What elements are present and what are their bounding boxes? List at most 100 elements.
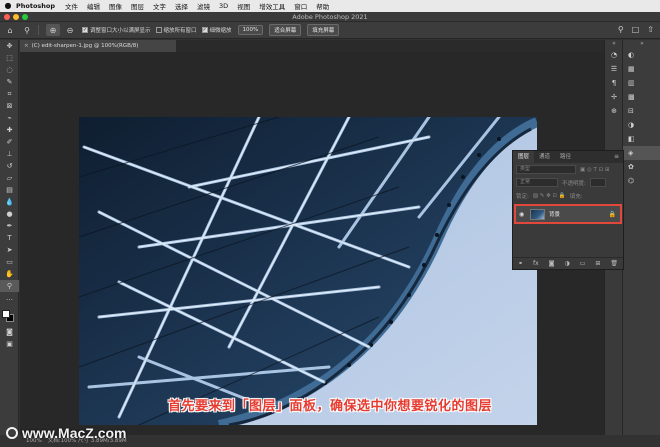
tab-layers[interactable]: 图层 (513, 151, 535, 163)
menu-select[interactable]: 选择 (175, 1, 188, 11)
more-tools-icon[interactable]: … (0, 292, 19, 304)
home-icon[interactable]: ⌂ (3, 24, 17, 36)
gradients-panel-icon[interactable]: ▥ (623, 76, 660, 90)
menu-3d[interactable]: 3D (219, 2, 228, 10)
libraries-panel-icon[interactable]: ◧ (623, 132, 660, 146)
clone-stamp-icon[interactable]: ⊥ (0, 148, 19, 160)
color-swatches[interactable] (0, 308, 19, 326)
layer-kind-label: 类型 (520, 166, 531, 172)
adjust-icon[interactable]: ✢ (605, 90, 623, 104)
lock-icons[interactable]: ▨ ✎ ✥ ⊡ 🔒 (533, 193, 566, 199)
menu-window[interactable]: 窗口 (294, 1, 307, 11)
add-mask-icon[interactable]: ◙ (549, 260, 555, 267)
brush-tool-icon[interactable]: ✐ (0, 136, 19, 148)
checkbox-box (155, 27, 162, 33)
share-icon[interactable]: ⇧ (647, 25, 654, 34)
color-panel-icon[interactable]: ◐ (623, 48, 660, 62)
layers-panel-icon[interactable]: ◈ (623, 146, 660, 160)
lock-label: 锁定: (516, 193, 529, 200)
move-tool-icon[interactable]: ✥ (0, 40, 19, 52)
opacity-label: 不透明度: (562, 180, 586, 187)
apple-icon[interactable]: ● (0, 0, 16, 12)
menu-image[interactable]: 图像 (109, 1, 122, 11)
delete-layer-icon[interactable]: 🗑 (610, 260, 618, 267)
blend-mode-select[interactable]: 正常 (516, 178, 558, 187)
quick-select-tool-icon[interactable]: ✎ (0, 76, 19, 88)
link-layers-icon[interactable]: ⚭ (518, 260, 523, 267)
lasso-tool-icon[interactable]: ◌ (0, 64, 19, 76)
blur-tool-icon[interactable]: 💧 (0, 196, 19, 208)
layer-search-input[interactable]: 类型 (516, 165, 576, 174)
paths-panel-icon[interactable]: ⌬ (623, 174, 660, 188)
patterns-panel-icon[interactable]: ▩ (623, 90, 660, 104)
eyedropper-tool-icon[interactable]: ⌁ (0, 112, 19, 124)
properties-panel-icon[interactable]: ⊟ (623, 104, 660, 118)
zoom-tool-sidebar-icon[interactable]: ⚲ (0, 280, 19, 292)
scrubby-zoom-checkbox[interactable]: ✓ 细微缩放 (201, 26, 232, 34)
blend-row: 正常 不透明度: (513, 176, 623, 189)
menu-type[interactable]: 文字 (153, 1, 166, 11)
menu-view[interactable]: 视图 (237, 1, 250, 11)
menu-edit[interactable]: 编辑 (87, 1, 100, 11)
new-layer-icon[interactable]: ⊞ (595, 260, 600, 267)
zoom-100-button[interactable]: 100% (237, 25, 264, 35)
crop-tool-icon[interactable]: ⌗ (0, 88, 19, 100)
filter-icons[interactable]: ▣ ◎ T ⊡ ⊞ (580, 167, 610, 173)
pen-tool-icon[interactable]: ✒ (0, 220, 19, 232)
adjustments-panel-icon[interactable]: ◑ (623, 118, 660, 132)
options-right-icons: ⚲ □ ⇧ (618, 25, 654, 34)
workspace-icon[interactable]: □ (632, 25, 640, 34)
tab-channels[interactable]: 通道 (534, 151, 555, 163)
hand-tool-icon[interactable]: ✋ (0, 268, 19, 280)
paragraph-icon[interactable]: ¶ (605, 76, 623, 90)
fit-screen-button[interactable]: 适合屏幕 (269, 24, 302, 36)
document-tab[interactable]: × (C) edit-sharpen-1.jpg @ 100%(RGB/8) (20, 40, 176, 52)
shape-tool-icon[interactable]: ▭ (0, 256, 19, 268)
tutorial-subtitle: 首先要来到「图层」面板，确保选中你想要锐化的图层 (167, 399, 492, 414)
zoom-all-windows-checkbox[interactable]: 缩放所有窗口 (155, 26, 197, 34)
fill-screen-button[interactable]: 填充屏幕 (307, 24, 340, 36)
new-group-icon[interactable]: ▭ (580, 260, 586, 267)
layer-style-icon[interactable]: fx (533, 260, 539, 267)
zoom-in-icon[interactable]: ⊕ (46, 24, 60, 36)
watermark-logo-icon (6, 427, 18, 439)
screen-mode-icon[interactable]: ▣ (0, 338, 19, 350)
layer-highlight-box (514, 204, 622, 224)
frame-tool-icon[interactable]: ⊠ (0, 100, 19, 112)
healing-brush-icon[interactable]: ✚ (0, 124, 19, 136)
menu-layer[interactable]: 图层 (131, 1, 144, 11)
panel-menu-icon[interactable]: ≡ (614, 151, 619, 163)
dodge-tool-icon[interactable]: ● (0, 208, 19, 220)
collapse-icon[interactable]: « (605, 40, 623, 48)
menu-app-name[interactable]: Photoshop (16, 2, 55, 10)
menu-help[interactable]: 帮助 (316, 1, 329, 11)
gradient-tool-icon[interactable]: ▤ (0, 184, 19, 196)
type-tool-icon[interactable]: T (0, 232, 19, 244)
search-icon[interactable]: ⚲ (618, 25, 624, 34)
channels-panel-icon[interactable]: ✿ (623, 160, 660, 174)
history-icon[interactable]: ◔ (605, 48, 623, 62)
checkbox-label: 调整窗口大小以满屏显示 (90, 28, 151, 34)
menu-plugins[interactable]: 增效工具 (259, 1, 285, 11)
quick-mask-icon[interactable]: ◙ (0, 326, 19, 338)
close-tab-icon[interactable]: × (24, 43, 29, 49)
path-select-icon[interactable]: ➤ (0, 244, 19, 256)
resize-windows-checkbox[interactable]: ✓ 调整窗口大小以满屏显示 (82, 26, 151, 34)
zoom-out-icon[interactable]: ⊖ (63, 24, 77, 36)
foreground-color-swatch[interactable] (2, 310, 10, 318)
collapse-icon[interactable]: » (623, 40, 660, 48)
adjustment-layer-icon[interactable]: ◑ (564, 260, 569, 267)
menu-filter[interactable]: 滤镜 (197, 1, 210, 11)
properties-icon[interactable]: ☰ (605, 62, 623, 76)
swatches-panel-icon[interactable]: ▦ (623, 62, 660, 76)
history-brush-icon[interactable]: ↺ (0, 160, 19, 172)
tools-panel: ✥ ⬚ ◌ ✎ ⌗ ⊠ ⌁ ✚ ✐ ⊥ ↺ ▱ ▤ 💧 ● ✒ T ➤ ▭ ✋ … (0, 40, 19, 435)
menu-file[interactable]: 文件 (65, 1, 78, 11)
watermark-text: www.MacZ.com (22, 425, 127, 441)
zoom-tool-icon[interactable]: ⚲ (20, 24, 34, 36)
marquee-tool-icon[interactable]: ⬚ (0, 52, 19, 64)
eraser-tool-icon[interactable]: ▱ (0, 172, 19, 184)
opacity-field[interactable] (589, 178, 606, 187)
glyphs-icon[interactable]: ⊕ (605, 104, 623, 118)
tab-paths[interactable]: 路径 (555, 151, 576, 163)
